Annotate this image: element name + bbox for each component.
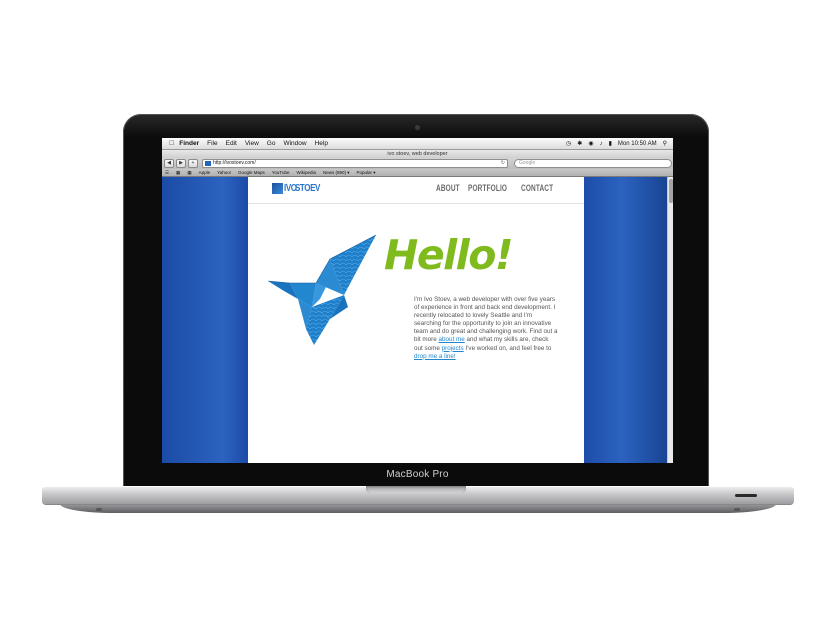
browser-title-bar: ivo stoev, web developer <box>162 150 673 158</box>
projects-link[interactable]: projects <box>442 345 464 352</box>
browser-toolbar: ◀ ▶ + http://ivostoev.com/ ↻ Google <box>162 158 673 169</box>
bookmarks-icon[interactable]: ▦ <box>187 170 191 176</box>
laptop-foot-right <box>734 508 740 511</box>
menu-window[interactable]: Window <box>283 140 306 147</box>
menu-file[interactable]: File <box>207 140 217 147</box>
search-placeholder: Google <box>519 160 536 166</box>
menu-go[interactable]: Go <box>267 140 276 147</box>
laptop-screen:  Finder File Edit View Go Window Help ◷… <box>162 138 673 463</box>
nav-portfolio[interactable]: PORTFOLIO <box>468 183 507 193</box>
bluetooth-icon[interactable]: ✱ <box>577 140 582 147</box>
intro-paragraph: I'm Ivo Stoev, a web developer with over… <box>414 296 558 361</box>
hello-headline: Hello! <box>384 231 514 279</box>
menubar-status-area: ◷ ✱ ◉ ♪ ▮ Mon 10:50 AM ⚲ <box>566 140 673 148</box>
site-content: IVO STOEV ABOUT PORTFOLIO CONTACT Hello!… <box>248 177 584 463</box>
wifi-icon[interactable]: ◉ <box>588 140 593 147</box>
apple-logo-icon[interactable]:  <box>169 140 174 147</box>
back-button[interactable]: ◀ <box>164 159 174 168</box>
nav-about[interactable]: ABOUT <box>436 183 460 193</box>
bookmark-youtube[interactable]: YouTube <box>272 170 290 175</box>
reload-icon[interactable]: ↻ <box>501 160 505 167</box>
page-scrollbar[interactable] <box>667 177 673 463</box>
spotlight-icon[interactable]: ⚲ <box>663 140 667 147</box>
menu-edit[interactable]: Edit <box>226 140 237 147</box>
time-machine-icon[interactable]: ◷ <box>566 140 571 147</box>
top-sites-icon[interactable]: ▦ <box>176 170 180 176</box>
origami-crane-icon <box>268 234 377 345</box>
logo-text-last: STOEV <box>294 183 320 194</box>
bookmarks-bar: ☰ ▦ ▦ Apple Yahoo! Google Maps YouTube W… <box>162 169 673 177</box>
favicon-icon <box>205 161 211 166</box>
site-nav: ABOUT PORTFOLIO CONTACT <box>436 183 558 193</box>
laptop-base-underside <box>60 504 776 513</box>
search-field[interactable]: Google <box>514 159 672 168</box>
menubar-clock[interactable]: Mon 10:50 AM <box>618 141 657 147</box>
menu-app-name[interactable]: Finder <box>179 140 199 147</box>
sleep-indicator-icon <box>735 494 757 497</box>
bookmark-news[interactable]: News (990) ▾ <box>323 170 350 176</box>
logo-mark-icon <box>272 183 283 194</box>
volume-icon[interactable]: ♪ <box>600 141 603 147</box>
site-header: IVO STOEV ABOUT PORTFOLIO CONTACT <box>248 177 584 204</box>
address-bar[interactable]: http://ivostoev.com/ ↻ <box>202 159 508 168</box>
site-logo[interactable]: IVO STOEV <box>272 182 326 195</box>
bookmark-google-maps[interactable]: Google Maps <box>238 170 265 175</box>
battery-icon[interactable]: ▮ <box>609 140 612 147</box>
scrollbar-thumb[interactable] <box>669 179 673 203</box>
address-text: http://ivostoev.com/ <box>213 160 256 166</box>
device-label: MacBook Pro <box>386 469 449 480</box>
forward-button[interactable]: ▶ <box>176 159 186 168</box>
bookmark-yahoo[interactable]: Yahoo! <box>217 170 231 175</box>
menu-view[interactable]: View <box>245 140 259 147</box>
menu-help[interactable]: Help <box>315 140 328 147</box>
bookmark-apple[interactable]: Apple <box>199 170 211 175</box>
reading-list-icon[interactable]: ☰ <box>165 170 169 176</box>
bio-text-3: I've worked on, and feel free to <box>463 344 552 352</box>
bookmark-wikipedia[interactable]: Wikipedia <box>296 170 316 175</box>
laptop-foot-left <box>96 508 102 511</box>
contact-link[interactable]: drop me a line! <box>414 353 456 360</box>
add-bookmark-button[interactable]: + <box>188 159 198 168</box>
lid-opening-notch <box>366 486 466 494</box>
about-me-link[interactable]: about me <box>439 336 465 343</box>
nav-contact[interactable]: CONTACT <box>521 183 553 193</box>
bookmark-popular[interactable]: Popular ▾ <box>357 170 376 176</box>
camera-icon <box>415 125 420 130</box>
window-title: ivo stoev, web developer <box>387 151 448 157</box>
mac-menubar:  Finder File Edit View Go Window Help ◷… <box>162 138 673 150</box>
